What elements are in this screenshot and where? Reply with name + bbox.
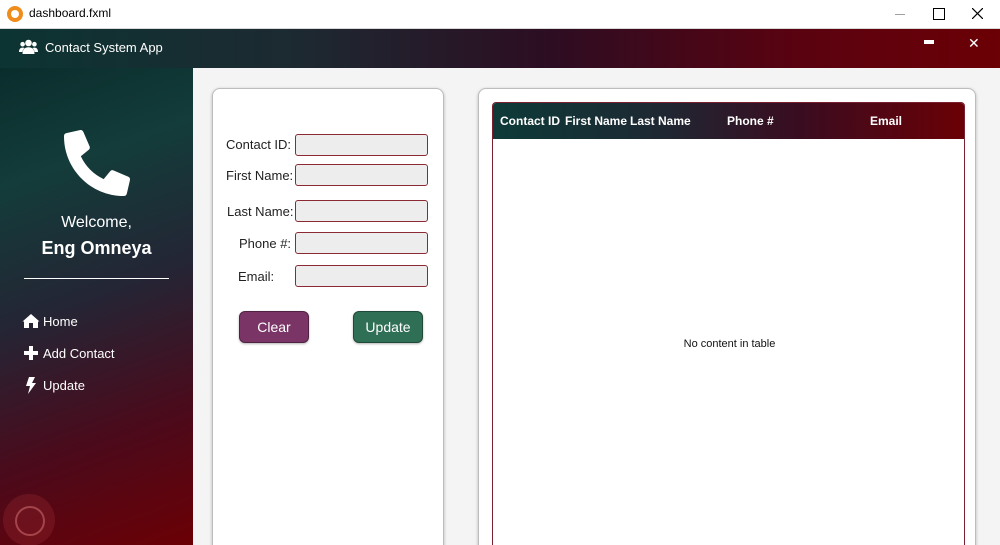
contacts-table-card: Contact ID First Name Last Name Phone # … [478,88,976,545]
welcome-label: Welcome, [61,214,132,231]
contact-id-input[interactable] [295,134,428,156]
close-icon [972,8,983,19]
username-label: Eng Omneya [41,238,152,258]
table-header: Contact ID First Name Last Name Phone # … [493,103,964,139]
app-close-button[interactable]: ✕ [968,36,980,52]
window-close-button[interactable] [954,0,1000,28]
sidebar-item-home[interactable]: Home [22,310,78,332]
email-label: Email: [238,269,275,284]
sidebar-bottom-item [10,538,90,545]
app-title: Contact System App [45,40,163,55]
plus-icon [22,344,40,362]
column-header-last-name[interactable]: Last Name [630,114,691,128]
sidebar-item-update[interactable]: Update [22,374,85,396]
app-logo-icon [7,6,23,22]
sidebar-item-label: Update [43,377,85,393]
column-header-contact-id[interactable]: Contact ID [500,114,560,128]
lightning-icon [22,376,40,394]
column-header-first-name[interactable]: First Name [565,114,627,128]
sidebar-item-add-contact[interactable]: Add Contact [22,342,115,364]
main-content: Contact ID: First Name: Last Name: Phone… [193,68,1000,545]
phone-icon [64,130,130,196]
phone-input[interactable] [295,232,428,254]
home-icon [22,312,40,330]
window-title: dashboard.fxml [29,6,112,20]
window-titlebar: dashboard.fxml [0,0,1000,29]
first-name-input[interactable] [295,164,428,186]
app-minimize-button[interactable] [924,40,934,44]
table-empty-message: No content in table [683,338,776,350]
sidebar: Welcome, Eng Omneya Home Add Contact Upd… [0,68,193,545]
sidebar-item-label: Home [43,313,78,329]
sidebar-item-label: Add Contact [43,345,115,361]
app-header: Contact System App ✕ [0,29,1000,68]
clear-button[interactable]: Clear [239,311,309,343]
email-input[interactable] [295,265,428,287]
users-icon [19,39,38,54]
phone-label: Phone #: [239,236,292,251]
column-header-email[interactable]: Email [870,114,902,128]
first-name-label: First Name: [226,168,294,183]
contacts-table[interactable]: Contact ID First Name Last Name Phone # … [492,102,965,545]
update-button[interactable]: Update [353,311,423,343]
contact-form-card: Contact ID: First Name: Last Name: Phone… [212,88,444,545]
contact-id-label: Contact ID: [226,137,292,152]
last-name-label: Last Name: [227,204,294,219]
column-header-phone[interactable]: Phone # [727,114,774,128]
sidebar-divider [24,278,169,279]
last-name-input[interactable] [295,200,428,222]
